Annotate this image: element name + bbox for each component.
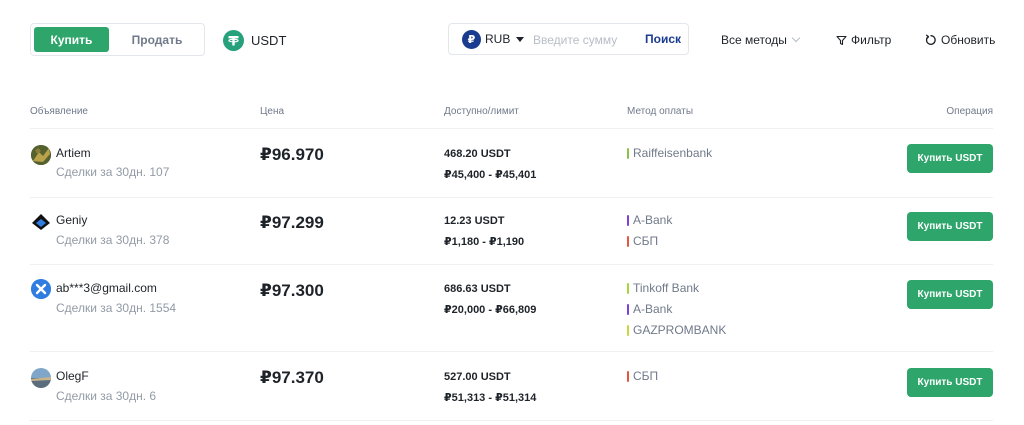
refresh-label: Обновить [941, 33, 996, 47]
amount-search: ₽ RUB Поиск [448, 23, 689, 55]
filter-button[interactable]: Фильтр [836, 33, 891, 47]
price: ₽97.370 [260, 368, 324, 387]
deals-count: Сделки за 30дн. 1554 [56, 301, 177, 315]
payment-method-label: Tinkoff Bank [633, 281, 700, 295]
chevron-down-icon [791, 33, 801, 43]
price: ₽97.299 [260, 213, 324, 232]
deals-count: Сделки за 30дн. 107 [56, 165, 170, 179]
table-row: Geniy Сделки за 30дн. 378 ₽97.299 12.23 … [0, 198, 1024, 264]
available-amount: 468.20 USDT [444, 148, 511, 160]
limit-range: ₽20,000 - ₽66,809 [444, 304, 537, 316]
table-row: ab***3@gmail.com Сделки за 30дн. 1554 ₽9… [0, 265, 1024, 351]
currency-selector[interactable]: RUB [485, 32, 510, 46]
advertiser-name[interactable]: Geniy [56, 213, 87, 227]
header-available: Доступно/лимит [444, 106, 519, 117]
header-price: Цена [260, 106, 285, 117]
deals-count: Сделки за 30дн. 6 [56, 389, 157, 403]
divider [30, 128, 993, 129]
payment-methods-label: Все методы [721, 33, 787, 47]
amount-input[interactable] [533, 31, 645, 49]
toolbar: Купить Продать USDT ₽ RUB Поиск Все мето… [0, 0, 1024, 80]
available-amount: 527.00 USDT [444, 371, 511, 383]
header-advertiser: Объявление [30, 106, 88, 117]
sell-tab[interactable]: Продать [113, 27, 201, 52]
coin-label: USDT [251, 32, 287, 48]
method-color-bar [627, 282, 629, 294]
buy-usdt-button[interactable]: Купить USDT [907, 144, 993, 173]
table-row: OlegF Сделки за 30дн. 6 ₽97.370 527.00 U… [0, 352, 1024, 420]
payment-method: СБП [627, 369, 658, 383]
buy-usdt-button[interactable]: Купить USDT [907, 280, 993, 309]
header-payment: Метод оплаты [627, 106, 694, 117]
payment-methods-dropdown[interactable]: Все методы [721, 33, 801, 47]
payment-method: СБП [627, 234, 658, 248]
method-color-bar [627, 324, 629, 336]
buy-usdt-button[interactable]: Купить USDT [907, 368, 993, 397]
divider [30, 420, 993, 421]
payment-method: GAZPROMBANK [627, 323, 726, 337]
payment-method: A-Bank [627, 302, 672, 316]
available-amount: 686.63 USDT [444, 283, 511, 295]
search-button[interactable]: Поиск [645, 32, 681, 46]
payment-method-label: Raiffeisenbank [633, 146, 713, 160]
avatar [31, 211, 51, 231]
refresh-icon [925, 34, 937, 46]
payment-method-label: A-Bank [633, 302, 673, 316]
payment-method-label: A-Bank [633, 213, 673, 227]
avatar [31, 368, 51, 388]
avatar [31, 145, 51, 165]
method-color-bar [627, 214, 629, 226]
trade-side-switch: Купить Продать [30, 23, 205, 56]
method-color-bar [627, 370, 629, 382]
payment-method-label: СБП [633, 369, 659, 383]
tether-icon [223, 29, 244, 51]
coin-selector[interactable]: USDT [223, 29, 286, 51]
caret-down-icon[interactable] [516, 37, 524, 42]
limit-range: ₽45,400 - ₽45,401 [444, 169, 537, 181]
method-color-bar [627, 147, 629, 159]
limit-range: ₽1,180 - ₽1,190 [444, 236, 525, 248]
advertiser-name[interactable]: Artiem [56, 146, 91, 160]
limit-range: ₽51,313 - ₽51,314 [444, 392, 537, 404]
price: ₽97.300 [260, 281, 324, 300]
payment-method: A-Bank [627, 213, 672, 227]
ruble-icon: ₽ [462, 30, 481, 49]
price: ₽96.970 [260, 145, 324, 164]
table-row: Artiem Сделки за 30дн. 107 ₽96.970 468.2… [0, 130, 1024, 196]
header-operation: Операция [946, 106, 993, 117]
method-color-bar [627, 235, 629, 247]
buy-usdt-button[interactable]: Купить USDT [907, 212, 993, 241]
refresh-button[interactable]: Обновить [925, 33, 995, 47]
payment-method: Raiffeisenbank [627, 146, 712, 160]
filter-icon [836, 35, 847, 46]
buy-tab[interactable]: Купить [34, 27, 109, 52]
payment-method-label: GAZPROMBANK [633, 323, 727, 337]
filter-label: Фильтр [851, 33, 892, 47]
method-color-bar [627, 303, 629, 315]
deals-count: Сделки за 30дн. 378 [56, 233, 170, 247]
available-amount: 12.23 USDT [444, 215, 505, 227]
payment-method: Tinkoff Bank [627, 281, 699, 295]
advertiser-name[interactable]: OlegF [56, 369, 89, 383]
payment-method-label: СБП [633, 234, 659, 248]
avatar [31, 279, 51, 299]
advertiser-name[interactable]: ab***3@gmail.com [56, 281, 157, 295]
